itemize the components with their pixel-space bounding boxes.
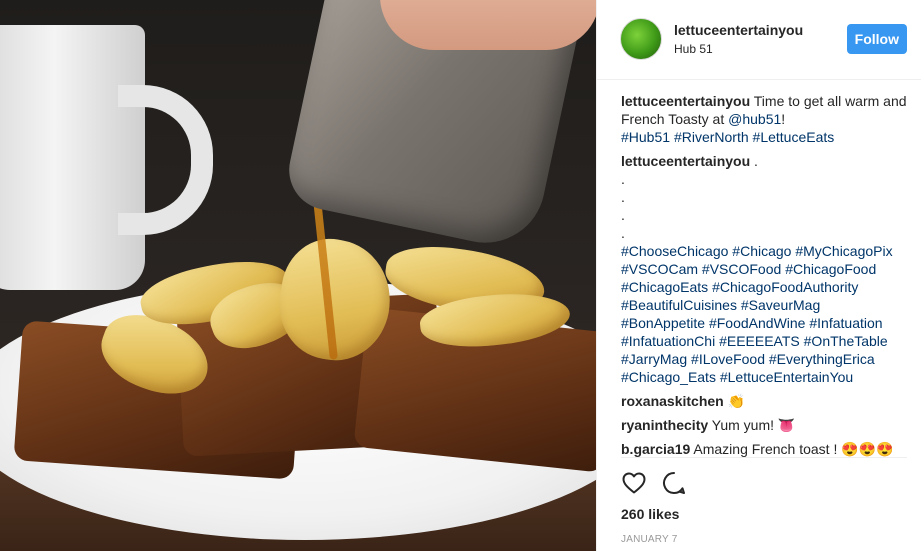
hashtag[interactable]: #InfatuationChi bbox=[621, 333, 715, 349]
hashtag[interactable]: #RiverNorth bbox=[674, 129, 749, 145]
hashtag[interactable]: #VSCOFood bbox=[702, 261, 781, 277]
caption-username[interactable]: lettuceentertainyou bbox=[621, 93, 750, 109]
hashtag[interactable]: #EverythingErica bbox=[769, 351, 875, 367]
comment-text: Amazing French toast ! 😍😍😍 bbox=[690, 440, 894, 457]
hashtag[interactable]: #MyChicagoPix bbox=[795, 243, 892, 259]
instagram-post: lettuceentertainyou Hub 51 Follow lettuc… bbox=[0, 0, 921, 551]
hashtag[interactable]: #FoodAndWine bbox=[709, 315, 806, 331]
avatar[interactable] bbox=[620, 18, 662, 61]
post-sidebar: lettuceentertainyou Hub 51 Follow lettuc… bbox=[596, 0, 921, 551]
comment-username[interactable]: b.garcia19 bbox=[621, 441, 690, 457]
hashtag[interactable]: #SaveurMag bbox=[741, 297, 820, 313]
hashtag[interactable]: #JarryMag bbox=[621, 351, 687, 367]
comment-dot: . bbox=[621, 170, 625, 187]
hashtag[interactable]: #ChooseChicago bbox=[621, 243, 728, 259]
hashtag[interactable]: #OnTheTable bbox=[804, 333, 888, 349]
author-block: lettuceentertainyou Hub 51 bbox=[674, 22, 847, 56]
post-date[interactable]: JANUARY 7 bbox=[621, 534, 907, 545]
comment-dot: . bbox=[621, 206, 625, 223]
hashtag[interactable]: #Chicago bbox=[732, 243, 791, 259]
comments-list: lettuceentertainyou Time to get all warm… bbox=[597, 80, 921, 458]
comment-dot: . bbox=[621, 224, 625, 241]
caption-text-end: ! bbox=[781, 110, 786, 127]
action-bar bbox=[621, 468, 907, 498]
comment-item: b.garcia19 Amazing French toast ! 😍😍😍 bbox=[621, 440, 907, 458]
post-footer: 260 likes JANUARY 7 bbox=[621, 457, 907, 551]
caption: lettuceentertainyou Time to get all warm… bbox=[621, 92, 907, 146]
post-photo[interactable] bbox=[0, 0, 596, 551]
follow-button[interactable]: Follow bbox=[846, 24, 907, 55]
comment-username[interactable]: ryaninthecity bbox=[621, 417, 708, 433]
photo-hand bbox=[380, 0, 596, 50]
heart-outline-icon[interactable] bbox=[621, 470, 647, 496]
hashtag[interactable]: #VSCOCam bbox=[621, 261, 698, 277]
hashtag[interactable]: #Infatuation bbox=[809, 315, 882, 331]
comment-hashtags: #ChooseChicago #Chicago #MyChicagoPix #V… bbox=[621, 242, 907, 386]
hashtag[interactable]: #LettuceEats bbox=[753, 129, 835, 145]
hashtag[interactable]: #ChicagoFood bbox=[785, 261, 876, 277]
hashtag[interactable]: #Hub51 bbox=[621, 129, 670, 145]
comment-text: Yum yum! 👅 bbox=[708, 416, 796, 433]
caption-mention[interactable]: @hub51 bbox=[728, 111, 781, 127]
comment-username[interactable]: lettuceentertainyou bbox=[621, 153, 750, 169]
comment-item: ryaninthecity Yum yum! 👅 bbox=[621, 416, 907, 434]
hashtag[interactable]: #EEEEEATS bbox=[719, 333, 800, 349]
comment-dot: . bbox=[621, 188, 625, 205]
author-username[interactable]: lettuceentertainyou bbox=[674, 22, 847, 39]
comment-text: 👏 bbox=[723, 392, 746, 409]
comment-dots: . . . . bbox=[621, 170, 907, 242]
hashtag[interactable]: #ChicagoFoodAuthority bbox=[712, 279, 858, 295]
author-location[interactable]: Hub 51 bbox=[674, 42, 847, 56]
hashtag[interactable]: #BonAppetite bbox=[621, 315, 705, 331]
hashtag[interactable]: #ChicagoEats bbox=[621, 279, 708, 295]
speech-bubble-icon[interactable] bbox=[661, 470, 687, 496]
comment-item: roxanaskitchen 👏 bbox=[621, 392, 907, 410]
hashtag[interactable]: #ILoveFood bbox=[691, 351, 765, 367]
post-header: lettuceentertainyou Hub 51 Follow bbox=[597, 0, 921, 80]
hashtag[interactable]: #BeautifulCuisines bbox=[621, 297, 737, 313]
comment-item: lettuceentertainyou . . . . . #ChooseChi… bbox=[621, 152, 907, 386]
comment-username[interactable]: roxanaskitchen bbox=[621, 393, 724, 409]
photo-mug-handle bbox=[118, 85, 213, 235]
comment-text: . bbox=[750, 152, 758, 169]
hashtag[interactable]: #LettuceEntertainYou bbox=[720, 369, 853, 385]
likes-count[interactable]: 260 likes bbox=[621, 506, 907, 522]
hashtag[interactable]: #Chicago_Eats bbox=[621, 369, 716, 385]
